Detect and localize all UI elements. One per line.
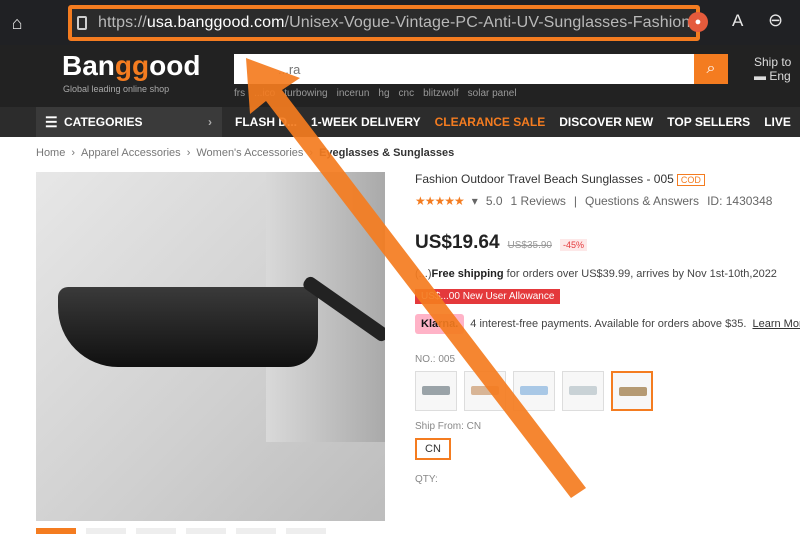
variant-label: NO.: 005 [415,354,456,365]
nav-links: FLASH D... 1-WEEK DELIVERY CLEARANCE SAL… [235,107,791,137]
address-bar[interactable]: https://usa.banggood.com/Unisex-Vogue-Vi… [68,5,700,41]
nav-discover-new[interactable]: DISCOVER NEW [559,107,653,137]
reviews-link[interactable]: 1 Reviews [511,194,566,208]
variant-swatch-selected[interactable] [611,371,653,411]
flag-icon: ▬ [754,69,770,83]
search-input[interactable] [234,54,694,84]
breadcrumb-item[interactable]: Apparel Accessories [81,147,181,159]
thumbnail-strip [36,528,326,534]
chevron-icon: › [186,147,191,159]
nav-live[interactable]: LIVE [764,107,791,137]
learn-more-link[interactable]: Learn More [752,318,800,330]
nav-clearance-sale[interactable]: CLEARANCE SALE [435,107,546,137]
hot-word[interactable]: cnc [399,88,415,99]
shipping-info: (...)Free shipping for orders over US$39… [415,268,777,280]
zoom-icon[interactable]: ⊖ [768,10,783,31]
ship-to[interactable]: Ship to ▬ Eng [754,55,791,83]
hot-word[interactable]: ...ico [254,88,275,99]
product-info: Fashion Outdoor Travel Beach Sunglasses … [415,172,800,485]
qty-label: QTY: [415,474,438,485]
breadcrumb-item[interactable]: Women's Accessories [196,147,303,159]
hot-words: frs ...ico turbowing incerun hg cnc blit… [234,88,517,99]
thumbnail[interactable] [236,528,276,534]
new-user-allowance[interactable]: US$...00 New User Allowance [415,289,561,304]
old-price: US$35.90 [507,240,552,251]
thumbnail[interactable] [36,528,76,534]
hot-word[interactable]: blitzwolf [423,88,459,99]
home-icon[interactable]: ⌂ [6,12,28,34]
star-rating-icon: ★★★★★ [415,194,465,208]
read-aloud-icon[interactable]: A [732,11,743,31]
product-title: Fashion Outdoor Travel Beach Sunglasses … [415,172,800,186]
chevron-right-icon: › [208,115,212,129]
nav-1-week-delivery[interactable]: 1-WEEK DELIVERY [311,107,421,137]
hot-word[interactable]: incerun [337,88,370,99]
menu-icon: ☰ [45,114,58,130]
browser-toolbar: ⌂ https://usa.banggood.com/Unisex-Vogue-… [0,0,800,45]
rating-value: 5.0 [485,194,503,208]
lock-icon [77,16,87,30]
breadcrumb-item[interactable]: Home [36,147,65,159]
ship-from-cn-button[interactable]: CN [415,438,451,460]
qa-link[interactable]: Questions & Answers [585,194,699,208]
ship-from-label: Ship From: CN [415,421,482,432]
hot-word[interactable]: solar panel [468,88,517,99]
rating-row: ★★★★★ ▾ 5.0 1 Reviews | Questions & Answ… [415,194,800,208]
variant-swatch[interactable] [562,371,604,411]
klarna-logo: Klarna. [415,314,465,334]
hot-word[interactable]: frs [234,88,245,99]
site-header: Banggood Global leading online shop ⌕ fr… [0,45,800,107]
url-text[interactable]: https://usa.banggood.com/Unisex-Vogue-Vi… [98,14,698,32]
nav-flash-deals[interactable]: FLASH D... [235,107,297,137]
divider: | [573,194,577,208]
thumbnail[interactable] [286,528,326,534]
tagline: Global leading online shop [63,84,170,94]
nav-bar: ☰ CATEGORIES › FLASH D... 1-WEEK DELIVER… [0,107,800,137]
price: US$19.64 [415,232,500,253]
dropdown-icon[interactable]: ▾ [472,194,478,208]
extension-icon[interactable]: ● [688,12,708,32]
nav-top-sellers[interactable]: TOP SELLERS [667,107,750,137]
variant-swatches [415,371,800,411]
chevron-icon: › [309,147,314,159]
hot-word[interactable]: hg [378,88,389,99]
sunglasses-lens [58,287,318,367]
hot-word[interactable]: turbowing [284,88,327,99]
search-icon[interactable]: ⌕ [694,54,728,84]
variant-swatch[interactable] [415,371,457,411]
thumbnail[interactable] [136,528,176,534]
chevron-icon: › [71,147,76,159]
cod-badge: COD [676,174,705,186]
thumbnail[interactable] [86,528,126,534]
price-row: US$19.64 US$35.90 -45% [415,232,800,254]
thumbnail[interactable] [186,528,226,534]
product-image[interactable] [36,172,385,521]
variant-swatch[interactable] [513,371,555,411]
klarna-row: Klarna. 4 interest-free payments. Availa… [415,314,800,334]
product-id: ID: 1430348 [707,194,773,208]
banggood-logo[interactable]: Banggood [62,50,200,82]
variant-swatch[interactable] [464,371,506,411]
breadcrumb-current: Eyeglasses & Sunglasses [319,147,455,159]
discount-badge: -45% [560,239,588,251]
categories-button[interactable]: ☰ CATEGORIES › [36,107,222,137]
breadcrumb: Home › Apparel Accessories › Women's Acces… [36,147,454,159]
klarna-text: 4 interest-free payments. Available for … [470,318,747,330]
